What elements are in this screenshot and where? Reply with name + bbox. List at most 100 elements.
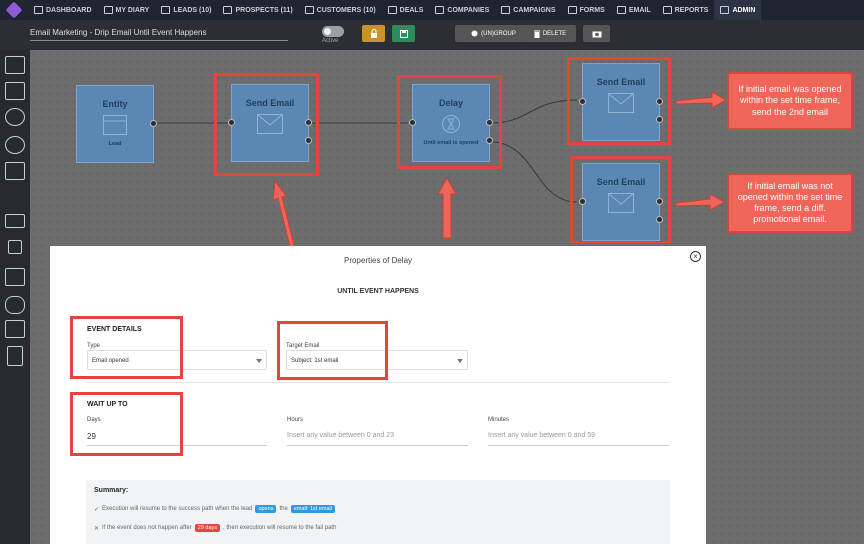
active-toggle[interactable] xyxy=(322,26,344,37)
lock-button[interactable] xyxy=(362,25,385,42)
close-icon[interactable]: × xyxy=(690,251,701,262)
screenshot-button[interactable] xyxy=(583,25,610,42)
lock-icon xyxy=(370,29,377,38)
highlight-wait-up-to xyxy=(70,392,183,456)
ungroup-label: (UN)GROUP xyxy=(481,30,516,37)
delete-button[interactable]: DELETE xyxy=(524,25,576,42)
save-icon xyxy=(399,29,408,38)
timer-icon[interactable] xyxy=(5,136,25,154)
nav-label: CAMPAIGNS xyxy=(513,6,556,14)
admin-icon xyxy=(720,6,730,14)
summary-fail-line: ✕ If the event does not happen after 29 … xyxy=(94,524,336,532)
edit-icon[interactable] xyxy=(5,268,25,286)
nav-forms[interactable]: FORMS xyxy=(562,0,611,20)
email-chip: email: 1st email xyxy=(290,505,336,513)
minutes-input[interactable]: Insert any value between 0 and 59 xyxy=(488,430,669,446)
nav-label: FORMS xyxy=(579,6,605,14)
logo-icon xyxy=(5,1,23,19)
highlight-target-email xyxy=(277,321,388,380)
nav-label: COMPANIES xyxy=(447,6,490,14)
hours-label: Hours xyxy=(287,417,304,423)
diary-icon xyxy=(103,6,113,14)
modal-title: Properties of Delay xyxy=(343,256,413,265)
top-nav: DASHBOARD MY DIARY LEADS (10) PROSPECTS … xyxy=(0,0,864,20)
highlight-delay xyxy=(397,75,502,169)
nav-label: MY DIARY xyxy=(115,6,150,14)
nav-companies[interactable]: COMPANIES xyxy=(429,0,495,20)
email-icon xyxy=(616,6,626,14)
workflow-title-input[interactable]: Email Marketing - Drip Email Until Event… xyxy=(30,28,288,41)
summary-panel: Summary: ✓ Execution will resume to the … xyxy=(86,480,670,544)
entity-node[interactable]: Entity Lead xyxy=(76,85,157,163)
highlight-send-email-1 xyxy=(214,73,319,176)
nav-label: ADMIN xyxy=(732,6,756,14)
nav-label: REPORTS xyxy=(674,6,709,14)
summary-title: Summary: xyxy=(94,487,129,494)
window-icon[interactable] xyxy=(5,82,25,100)
dashboard-icon xyxy=(34,6,43,14)
customers-icon xyxy=(304,6,314,14)
mail-icon[interactable] xyxy=(5,214,25,228)
nav-campaigns[interactable]: CAMPAIGNS xyxy=(495,0,561,20)
nav-label: EMAIL xyxy=(628,6,651,14)
nav-customers[interactable]: CUSTOMERS (10) xyxy=(299,0,382,20)
modal-subtitle: UNTIL EVENT HAPPENS xyxy=(337,288,419,295)
nav-label: CUSTOMERS (10) xyxy=(316,6,376,14)
users-icon[interactable] xyxy=(5,296,25,314)
nav-label: DEALS xyxy=(399,6,424,14)
node-title: Entity xyxy=(102,99,128,109)
output-port[interactable] xyxy=(150,120,157,127)
prospects-icon xyxy=(223,6,233,14)
companies-icon xyxy=(435,6,445,14)
summary-text: the xyxy=(279,506,288,512)
camera-icon xyxy=(592,31,601,37)
hourglass-icon[interactable] xyxy=(5,162,25,180)
trash-icon xyxy=(533,30,540,38)
delete-label: DELETE xyxy=(542,30,567,37)
active-label: Active xyxy=(322,38,339,44)
workflow-sidebar xyxy=(0,50,30,544)
summary-text: , then execution will resume to the fail… xyxy=(223,525,337,531)
workflow-toolbar: Email Marketing - Drip Email Until Event… xyxy=(0,20,864,50)
callout-opened: If initial email was opened within the s… xyxy=(727,72,853,130)
question-icon[interactable] xyxy=(5,108,25,126)
highlight-send-email-3 xyxy=(570,156,671,244)
ungroup-icon xyxy=(471,30,478,37)
summary-text: If the event does not happen after xyxy=(102,525,192,531)
nav-deals[interactable]: DEALS xyxy=(382,0,430,20)
highlight-send-email-2 xyxy=(567,57,671,145)
minutes-label: Minutes xyxy=(488,417,510,423)
summary-text: Execution will resume to the success pat… xyxy=(102,506,253,512)
nav-label: PROSPECTS (11) xyxy=(235,6,293,14)
add-icon[interactable] xyxy=(8,240,22,254)
nav-dashboard[interactable]: DASHBOARD xyxy=(28,0,98,20)
pdf-icon[interactable] xyxy=(7,346,23,366)
callout-not-opened: If initial email was not opened within t… xyxy=(727,173,853,233)
cross-icon: ✕ xyxy=(94,525,100,532)
nav-leads[interactable]: LEADS (10) xyxy=(155,0,217,20)
delay-properties-modal: Properties of Delay × UNTIL EVENT HAPPEN… xyxy=(50,246,706,544)
list-icon[interactable] xyxy=(5,56,25,74)
checklist-icon[interactable] xyxy=(5,320,25,338)
days-chip: 29 days xyxy=(194,524,221,532)
nav-reports[interactable]: REPORTS xyxy=(657,0,715,20)
event-chip: opens xyxy=(255,505,277,513)
node-sub: Lead xyxy=(108,141,122,147)
campaigns-icon xyxy=(501,6,511,14)
app-logo[interactable] xyxy=(0,0,28,20)
nav-label: LEADS (10) xyxy=(173,6,212,14)
reports-icon xyxy=(662,6,672,14)
save-button[interactable] xyxy=(392,25,415,42)
highlight-event-details xyxy=(70,316,183,379)
deals-icon xyxy=(387,6,397,14)
entity-form-icon xyxy=(103,115,127,135)
forms-icon xyxy=(567,6,577,14)
leads-icon xyxy=(161,6,171,14)
hours-input[interactable]: Insert any value between 0 and 23 xyxy=(287,430,468,446)
summary-success-line: ✓ Execution will resume to the success p… xyxy=(94,505,336,513)
nav-prospects[interactable]: PROSPECTS (11) xyxy=(217,0,298,20)
nav-admin[interactable]: ADMIN xyxy=(714,0,762,20)
ungroup-button[interactable]: (UN)GROUP xyxy=(455,25,532,42)
nav-email[interactable]: EMAIL xyxy=(611,0,657,20)
nav-my-diary[interactable]: MY DIARY xyxy=(98,0,156,20)
